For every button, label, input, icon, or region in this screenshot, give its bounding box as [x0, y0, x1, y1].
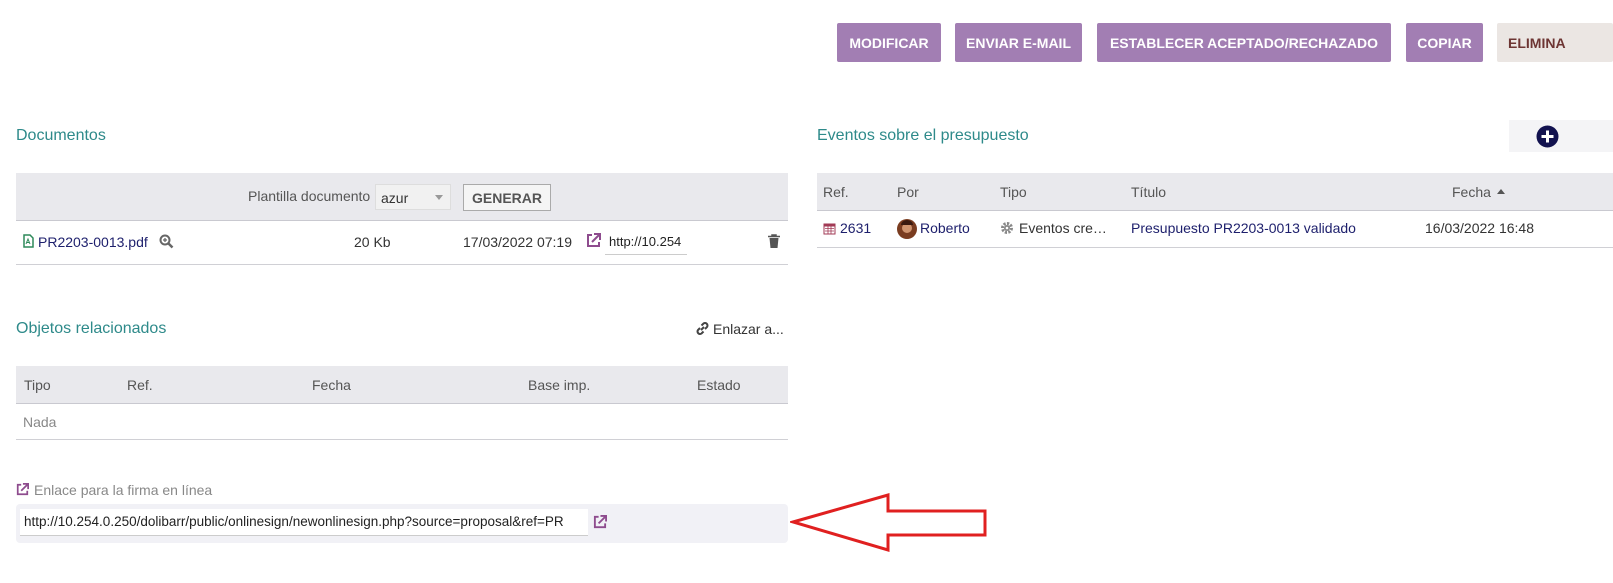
event-user-link[interactable]: Roberto [920, 220, 970, 236]
related-empty-text: Nada [23, 414, 57, 430]
send-email-button[interactable]: ENVIAR E-MAIL [955, 23, 1082, 62]
external-link-icon[interactable] [593, 515, 607, 529]
generate-button[interactable]: GENERAR [463, 184, 551, 211]
events-col-ref[interactable]: Ref. [823, 184, 849, 200]
template-label: Plantilla documento [248, 188, 371, 204]
copy-button[interactable]: COPIAR [1406, 23, 1483, 62]
event-ref-link[interactable]: 2631 [840, 220, 871, 236]
event-type: Eventos cre… [1019, 220, 1107, 236]
external-link-icon[interactable] [586, 233, 601, 248]
event-date: 16/03/2022 16:48 [1425, 220, 1534, 236]
related-empty-row [16, 404, 788, 440]
events-header [817, 173, 1613, 211]
events-col-date[interactable]: Fecha [1452, 184, 1491, 200]
link-icon[interactable] [695, 321, 710, 336]
events-col-type[interactable]: Tipo [1000, 184, 1027, 200]
add-circle-icon[interactable] [1536, 125, 1559, 148]
template-select[interactable]: azur [375, 184, 451, 210]
delete-button[interactable]: ELIMINA [1497, 23, 1613, 62]
documents-title: Documentos [16, 127, 106, 144]
arrow-left-icon [790, 492, 990, 554]
related-col-ref[interactable]: Ref. [127, 377, 153, 393]
template-select-value: azur [381, 190, 409, 206]
events-col-title[interactable]: Título [1131, 184, 1166, 200]
events-col-by[interactable]: Por [897, 184, 919, 200]
event-title-link[interactable]: Presupuesto PR2203-0013 validado [1131, 220, 1356, 236]
document-file-link[interactable]: PR2203-0013.pdf [38, 234, 148, 250]
gear-icon [1000, 221, 1014, 235]
related-col-base[interactable]: Base imp. [528, 377, 590, 393]
modify-button[interactable]: MODIFICAR [837, 23, 941, 62]
online-sign-url-input[interactable]: http://10.254.0.250/dolibarr/public/onli… [20, 509, 588, 536]
add-event-bar [1509, 120, 1613, 152]
chevron-down-icon [435, 195, 443, 200]
events-title: Eventos sobre el presupuesto [817, 127, 1029, 144]
trash-icon[interactable] [768, 234, 780, 248]
document-share-url[interactable]: http://10.254 [605, 229, 687, 255]
related-title: Objetos relacionados [16, 320, 167, 337]
set-status-button[interactable]: ESTABLECER ACEPTADO/RECHAZADO [1097, 23, 1391, 62]
external-link-icon [16, 483, 29, 496]
document-date: 17/03/2022 07:19 [463, 234, 572, 250]
pdf-file-icon [23, 234, 34, 248]
avatar [897, 219, 917, 239]
related-col-type[interactable]: Tipo [24, 377, 51, 393]
zoom-icon[interactable] [159, 234, 174, 249]
link-to-button[interactable]: Enlazar a... [713, 321, 784, 337]
related-col-date[interactable]: Fecha [312, 377, 351, 393]
calendar-icon [823, 222, 836, 235]
sort-asc-icon[interactable] [1497, 189, 1505, 194]
online-sign-label: Enlace para la firma en línea [34, 482, 213, 498]
related-col-status[interactable]: Estado [697, 377, 741, 393]
document-size: 20 Kb [354, 234, 391, 250]
